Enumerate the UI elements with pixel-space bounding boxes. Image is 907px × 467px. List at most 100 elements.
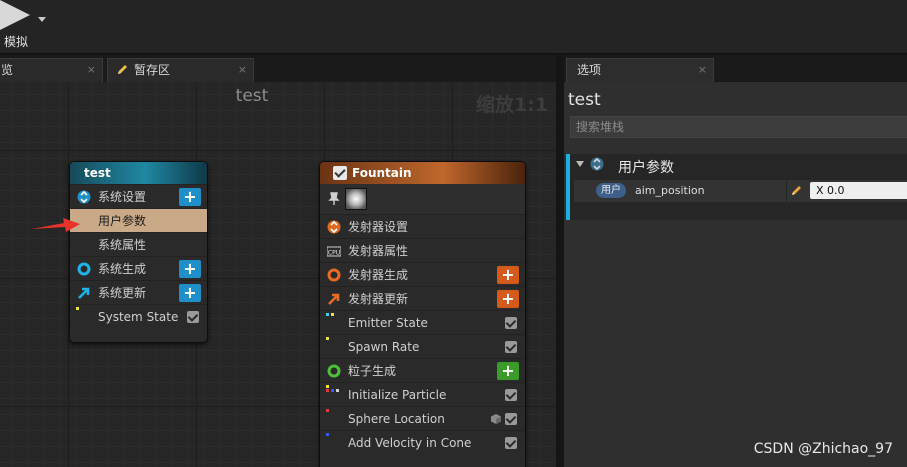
row-label: Sphere Location: [348, 412, 445, 426]
row-label: 系统生成: [98, 262, 147, 276]
settings-icon: [590, 157, 604, 171]
section-accent-bar: [566, 154, 570, 220]
row-label: 发射器属性: [348, 244, 409, 258]
selection-panel: test 搜索堆栈 用户参数 用户 aim_position X 0.0: [564, 82, 907, 467]
add-button[interactable]: +: [179, 188, 201, 206]
settings-icon: [327, 220, 341, 234]
row-label: 用户参数: [98, 214, 147, 228]
pin-icon[interactable]: [328, 192, 340, 206]
panel-title: test: [568, 90, 601, 110]
module-dots-icon: [326, 313, 342, 323]
tab-options[interactable]: 选项 ×: [566, 58, 714, 82]
simulate-button[interactable]: 模拟: [0, 0, 54, 52]
enabled-checkbox[interactable]: [187, 311, 199, 323]
user-params-section: 用户参数 用户 aim_position X 0.0: [566, 154, 907, 220]
tab-scratch-pad[interactable]: 暂存区 ×: [107, 58, 254, 82]
section-header[interactable]: 用户参数: [574, 158, 674, 178]
tab-scratch-pad-label: 暂存区: [134, 63, 171, 77]
row-label: System State: [98, 310, 179, 324]
enabled-checkbox[interactable]: [505, 413, 517, 425]
param-name: aim_position: [635, 184, 705, 197]
annotation-arrow-icon: [32, 218, 80, 232]
node-row-user-params[interactable]: 用户参数: [70, 208, 207, 232]
enabled-checkbox[interactable]: [505, 341, 517, 353]
module-dots-icon: [326, 337, 342, 347]
node-row-emitter-properties[interactable]: CPU 发射器属性: [320, 238, 525, 262]
system-node[interactable]: test 系统设置 + 用户参数 系统属性 系统生成 + 系统更新 + Syst…: [69, 161, 208, 343]
chevron-down-icon[interactable]: [576, 161, 584, 167]
graph-title: test: [235, 86, 269, 106]
row-label: 系统设置: [98, 190, 147, 204]
row-label: Initialize Particle: [348, 388, 447, 402]
cube-icon[interactable]: [491, 414, 501, 424]
emitter-node-header[interactable]: Fountain: [320, 162, 525, 184]
node-row-emitter-state[interactable]: Emitter State: [320, 310, 525, 334]
user-tag-badge: 用户: [596, 183, 626, 198]
simulate-label: 模拟: [4, 35, 29, 49]
pencil-icon: [118, 65, 127, 74]
x-value-field[interactable]: X 0.0: [810, 182, 907, 199]
emitter-node[interactable]: Fountain 发射器设置 CPU 发射器属性 发射器生成 + 发射器更新 +…: [319, 161, 526, 467]
close-icon[interactable]: ×: [238, 59, 247, 81]
row-label: Emitter State: [348, 316, 428, 330]
toolbar: 模拟: [0, 0, 907, 54]
pencil-icon[interactable]: [790, 185, 802, 197]
node-row-emitter-spawn[interactable]: 发射器生成 +: [320, 262, 525, 286]
enabled-checkbox[interactable]: [505, 389, 517, 401]
node-row-initialize-particle[interactable]: Initialize Particle: [320, 382, 525, 406]
add-button[interactable]: +: [179, 284, 201, 302]
zoom-label: 缩放1:1: [475, 94, 548, 116]
graph-tab-strip: 览 × 暂存区 ×: [0, 55, 556, 82]
node-row-particle-spawn[interactable]: 粒子生成 +: [320, 358, 525, 382]
enabled-checkbox[interactable]: [505, 317, 517, 329]
add-button[interactable]: +: [497, 266, 519, 284]
row-label: 发射器生成: [348, 268, 409, 282]
node-row-system-spawn[interactable]: 系统生成 +: [70, 256, 207, 280]
cpu-icon: CPU: [327, 246, 341, 257]
row-label: 发射器设置: [348, 220, 409, 234]
tab-options-label: 选项: [577, 63, 602, 77]
emitter-node-title: Fountain: [352, 166, 412, 180]
watermark: CSDN @Zhichao_97: [753, 441, 893, 457]
add-button[interactable]: +: [497, 362, 519, 380]
emitter-thumbnail[interactable]: [345, 188, 367, 210]
update-arrow-icon: [328, 293, 340, 305]
node-row-add-velocity[interactable]: Add Velocity in Cone: [320, 430, 525, 454]
close-icon[interactable]: ×: [87, 59, 96, 81]
spawn-ring-icon: [77, 262, 91, 276]
row-label: 发射器更新: [348, 292, 409, 306]
node-row-system-state[interactable]: System State: [70, 304, 207, 328]
param-row-aim-position[interactable]: 用户 aim_position X 0.0: [574, 180, 907, 202]
system-node-title[interactable]: test: [70, 162, 207, 184]
module-dots-icon: [76, 307, 92, 317]
search-stack-input[interactable]: 搜索堆栈: [570, 116, 907, 138]
emitter-enabled-checkbox[interactable]: [333, 166, 347, 180]
tab-overview[interactable]: 览 ×: [0, 58, 103, 82]
node-row-system-properties[interactable]: 系统属性: [70, 232, 207, 256]
chevron-down-icon[interactable]: [38, 17, 46, 22]
add-button[interactable]: +: [179, 260, 201, 278]
node-row-sphere-location[interactable]: Sphere Location: [320, 406, 525, 430]
emitter-toolbar: [320, 184, 525, 214]
row-label: 系统更新: [98, 286, 147, 300]
cpu-badge-text: CPU: [328, 250, 340, 257]
panel-tab-strip: 选项 ×: [564, 55, 907, 82]
node-row-system-update[interactable]: 系统更新 +: [70, 280, 207, 304]
node-row-system-settings[interactable]: 系统设置 +: [70, 184, 207, 208]
module-dots-icon: [326, 433, 342, 443]
spawn-ring-icon: [327, 364, 341, 378]
row-label: 粒子生成: [348, 364, 397, 378]
add-button[interactable]: +: [497, 290, 519, 308]
close-icon[interactable]: ×: [698, 59, 707, 81]
column-divider[interactable]: [786, 180, 787, 202]
enabled-checkbox[interactable]: [505, 437, 517, 449]
node-row-emitter-settings[interactable]: 发射器设置: [320, 214, 525, 238]
node-row-emitter-update[interactable]: 发射器更新 +: [320, 286, 525, 310]
module-dots-icon: [326, 385, 342, 395]
tab-overview-label: 览: [1, 63, 14, 77]
settings-icon: [77, 190, 91, 204]
node-row-spawn-rate[interactable]: Spawn Rate: [320, 334, 525, 358]
panel-splitter[interactable]: [556, 55, 564, 467]
row-label: 系统属性: [98, 238, 147, 252]
module-dots-icon: [326, 409, 342, 419]
